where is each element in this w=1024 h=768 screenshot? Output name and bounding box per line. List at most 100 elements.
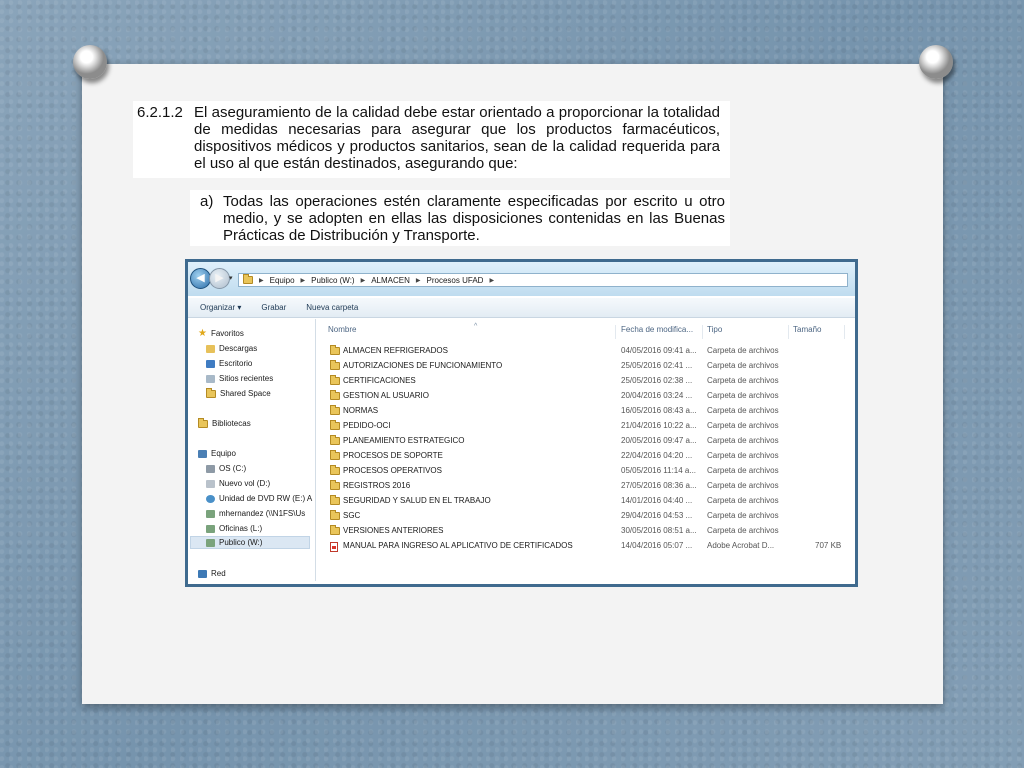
file-name: PROCESOS DE SOPORTE xyxy=(343,451,443,460)
nav-recent-places[interactable]: Sitios recientes xyxy=(206,372,273,385)
file-name: VERSIONES ANTERIORES xyxy=(343,526,444,535)
breadcrumb-item[interactable]: Equipo xyxy=(270,276,295,285)
nav-computer[interactable]: Equipo xyxy=(198,447,236,460)
file-name: CERTIFICACIONES xyxy=(343,376,416,385)
nav-shared-space[interactable]: Shared Space xyxy=(206,387,271,400)
file-date: 27/05/2016 08:36 a... xyxy=(621,481,697,490)
nav-network-drive-oficinas[interactable]: Oficinas (L:) xyxy=(206,522,262,535)
folder-icon xyxy=(330,510,340,520)
file-name: SGC xyxy=(343,511,361,520)
file-type: Carpeta de archivos xyxy=(707,346,779,355)
file-row[interactable]: PROCESOS OPERATIVOS 05/05/2016 11:14 a...… xyxy=(316,464,855,479)
recent-places-icon xyxy=(206,374,215,383)
file-row[interactable]: NORMAS 16/05/2016 08:43 a... Carpeta de ar… xyxy=(316,404,855,419)
file-row[interactable]: PEDIDO-OCI 21/04/2016 10:22 a... Carpeta d… xyxy=(316,419,855,434)
column-header-size[interactable]: Tamaño xyxy=(789,325,845,339)
file-row[interactable]: SEGURIDAD Y SALUD EN EL TRABAJO 14/01/201… xyxy=(316,494,855,509)
folder-icon xyxy=(330,435,340,445)
file-row[interactable]: VERSIONES ANTERIORES 30/05/2016 08:51 a..… xyxy=(316,524,855,539)
file-type: Carpeta de archivos xyxy=(707,361,779,370)
nav-label: Descargas xyxy=(219,344,258,353)
chevron-right-icon[interactable]: ▶ xyxy=(259,277,264,284)
file-row[interactable]: GESTION AL USUARIO 20/04/2016 03:24 ... Ca… xyxy=(316,389,855,404)
file-name: ALMACEN REFRIGERADOS xyxy=(343,346,448,355)
file-type: Carpeta de archivos xyxy=(707,466,779,475)
nav-dvd-drive[interactable]: Unidad de DVD RW (E:) A xyxy=(206,492,312,505)
file-date: 25/05/2016 02:41 ... xyxy=(621,361,693,370)
file-name: AUTORIZACIONES DE FUNCIONAMIENTO xyxy=(343,361,503,370)
nav-desktop[interactable]: Escritorio xyxy=(206,357,252,370)
file-row[interactable]: ALMACEN REFRIGERADOS 04/05/2016 09:41 a..… xyxy=(316,344,855,359)
chevron-right-icon[interactable]: ▶ xyxy=(361,277,366,284)
column-header-type[interactable]: Tipo xyxy=(703,325,789,339)
file-row[interactable]: MANUAL PARA INGRESO AL APLICATIVO DE CER… xyxy=(316,539,855,554)
computer-icon xyxy=(198,449,207,458)
file-date: 14/01/2016 04:40 ... xyxy=(621,496,693,505)
nav-label: Publico (W:) xyxy=(219,538,263,547)
document-excerpt-item: a) Todas las operaciones estén clarament… xyxy=(190,190,730,246)
nav-label: Oficinas (L:) xyxy=(219,524,263,533)
nav-network-drive-publico[interactable]: Publico (W:) xyxy=(190,536,310,549)
folder-icon xyxy=(243,274,253,284)
pushpin-icon xyxy=(919,45,953,79)
file-type: Carpeta de archivos xyxy=(707,511,779,520)
file-type: Carpeta de archivos xyxy=(707,496,779,505)
item-marker: a) xyxy=(200,193,214,210)
nav-label: Shared Space xyxy=(220,389,271,398)
breadcrumb-item[interactable]: Publico (W:) xyxy=(311,276,354,285)
back-button[interactable]: ◀ xyxy=(190,268,211,289)
nav-drive-d[interactable]: Nuevo vol (D:) xyxy=(206,477,270,490)
file-row[interactable]: PROCESOS DE SOPORTE 22/04/2016 04:20 ... C… xyxy=(316,449,855,464)
file-type: Carpeta de archivos xyxy=(707,436,779,445)
column-header-label: Tamaño xyxy=(793,325,822,334)
nav-network-drive-mhernandez[interactable]: mhernandez (\\N1FS\Us xyxy=(206,507,305,520)
new-folder-button[interactable]: Nueva carpeta xyxy=(306,303,358,312)
chevron-right-icon[interactable]: ▶ xyxy=(416,277,421,284)
section-number: 6.2.1.2 xyxy=(137,104,183,121)
nav-network[interactable]: Red xyxy=(198,567,226,580)
file-list: ^ Nombre Fecha de modifica... Tipo Tamañ… xyxy=(316,319,855,581)
column-header-name[interactable]: ^ Nombre xyxy=(324,323,616,339)
burn-button[interactable]: Grabar xyxy=(261,303,286,312)
file-date: 25/05/2016 02:38 ... xyxy=(621,376,693,385)
document-excerpt-section: 6.2.1.2 El aseguramiento de la calidad d… xyxy=(133,101,730,178)
chevron-right-icon[interactable]: ▶ xyxy=(301,277,306,284)
breadcrumb-item[interactable]: ALMACEN xyxy=(371,276,410,285)
file-row[interactable]: PLANEAMIENTO ESTRATEGICO 20/05/2016 09:47… xyxy=(316,434,855,449)
file-name: SEGURIDAD Y SALUD EN EL TRABAJO xyxy=(343,496,491,505)
nav-label: Bibliotecas xyxy=(212,419,251,428)
desktop-icon xyxy=(206,359,215,368)
forward-button[interactable]: ▶ xyxy=(209,268,230,289)
file-row[interactable]: AUTORIZACIONES DE FUNCIONAMIENTO 25/05/20… xyxy=(316,359,855,374)
file-date: 20/04/2016 03:24 ... xyxy=(621,391,693,400)
nav-label: Equipo xyxy=(211,449,236,458)
chevron-right-icon[interactable]: ▶ xyxy=(489,277,494,284)
network-icon xyxy=(198,569,207,578)
file-date: 20/05/2016 09:47 a... xyxy=(621,436,697,445)
column-header-date[interactable]: Fecha de modifica... xyxy=(617,325,703,339)
organize-button[interactable]: Organizar ▾ xyxy=(200,303,241,312)
file-type: Carpeta de archivos xyxy=(707,391,779,400)
file-row[interactable]: SGC 29/04/2016 04:53 ... Carpeta de archiv… xyxy=(316,509,855,524)
folder-icon xyxy=(330,405,340,415)
nav-downloads[interactable]: Descargas xyxy=(206,342,257,355)
file-type: Carpeta de archivos xyxy=(707,481,779,490)
file-date: 21/04/2016 10:22 a... xyxy=(621,421,697,430)
nav-drive-c[interactable]: OS (C:) xyxy=(206,462,246,475)
file-date: 16/05/2016 08:43 a... xyxy=(621,406,697,415)
network-drive-icon xyxy=(206,538,215,547)
breadcrumb-item[interactable]: Procesos UFAD xyxy=(427,276,484,285)
recent-pages-dropdown-icon[interactable]: ▾ xyxy=(229,274,233,282)
drive-icon xyxy=(206,464,215,473)
pdf-icon xyxy=(330,542,338,552)
pushpin-icon xyxy=(73,45,107,79)
address-bar[interactable]: ▶ Equipo ▶ Publico (W:) ▶ ALMACEN ▶ Proc… xyxy=(238,273,848,287)
nav-favorites[interactable]: ★ Favoritos xyxy=(198,327,244,340)
nav-label: Red xyxy=(211,569,226,578)
file-date: 05/05/2016 11:14 a... xyxy=(621,466,697,475)
nav-libraries[interactable]: Bibliotecas xyxy=(198,417,251,430)
file-row[interactable]: REGISTROS 2016 27/05/2016 08:36 a... Carpe… xyxy=(316,479,855,494)
item-text: Todas las operaciones estén claramente e… xyxy=(223,193,725,244)
file-row[interactable]: CERTIFICACIONES 25/05/2016 02:38 ... Carpe… xyxy=(316,374,855,389)
folder-icon xyxy=(330,390,340,400)
